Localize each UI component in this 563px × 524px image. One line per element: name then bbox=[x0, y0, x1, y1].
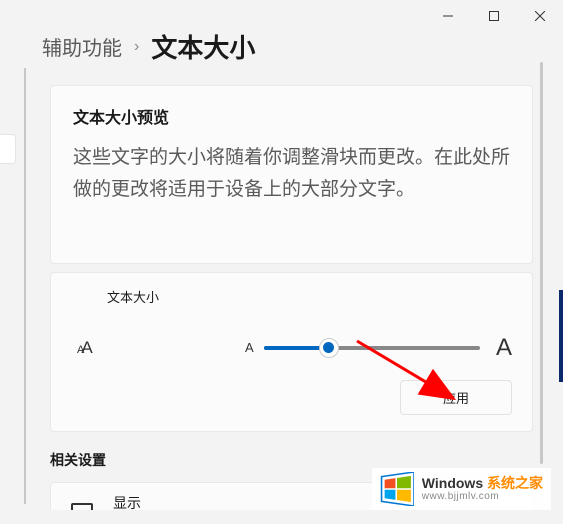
text-size-preview-card: 文本大小预览 这些文字的大小将随着你调整滑块而更改。在此处所做的更改将适用于设备… bbox=[50, 85, 533, 264]
slider-label: 文本大小 bbox=[107, 287, 512, 306]
breadcrumb-parent[interactable]: 辅助功能 bbox=[42, 32, 122, 61]
slider-thumb[interactable] bbox=[319, 338, 339, 358]
watermark: Windows 系统之家 www.bjjmlv.com bbox=[372, 468, 551, 510]
close-button[interactable] bbox=[517, 0, 563, 32]
text-size-slider-card: 文本大小 AA A A 应用 bbox=[50, 272, 533, 432]
window-controls bbox=[425, 0, 563, 32]
watermark-url: www.bjjmlv.com bbox=[422, 491, 543, 502]
chevron-right-icon: › bbox=[134, 38, 139, 56]
slider-max-indicator: A bbox=[496, 334, 512, 362]
related-settings-heading: 相关设置 bbox=[50, 450, 539, 470]
text-size-slider[interactable] bbox=[264, 338, 480, 358]
windows-logo-icon bbox=[380, 472, 414, 506]
watermark-brand: Windows 系统之家 bbox=[422, 476, 543, 491]
preview-body-text: 这些文字的大小将随着你调整滑块而更改。在此处所做的更改将适用于设备上的大部分文字… bbox=[73, 142, 510, 207]
breadcrumb: 辅助功能 › 文本大小 bbox=[42, 28, 539, 65]
maximize-button[interactable] bbox=[471, 0, 517, 32]
right-edge-decoration bbox=[559, 290, 563, 382]
text-size-aa-icon: AA bbox=[77, 338, 105, 358]
scrollbar[interactable] bbox=[540, 62, 543, 464]
minimize-button[interactable] bbox=[425, 0, 471, 32]
apply-button[interactable]: 应用 bbox=[400, 380, 512, 415]
preview-title: 文本大小预览 bbox=[73, 104, 510, 128]
slider-min-indicator: A bbox=[245, 340, 254, 355]
left-panel-edge bbox=[0, 134, 16, 164]
page-title: 文本大小 bbox=[151, 28, 255, 65]
bottom-crop-overlay bbox=[0, 510, 563, 524]
left-scroll-indicator bbox=[24, 68, 26, 504]
